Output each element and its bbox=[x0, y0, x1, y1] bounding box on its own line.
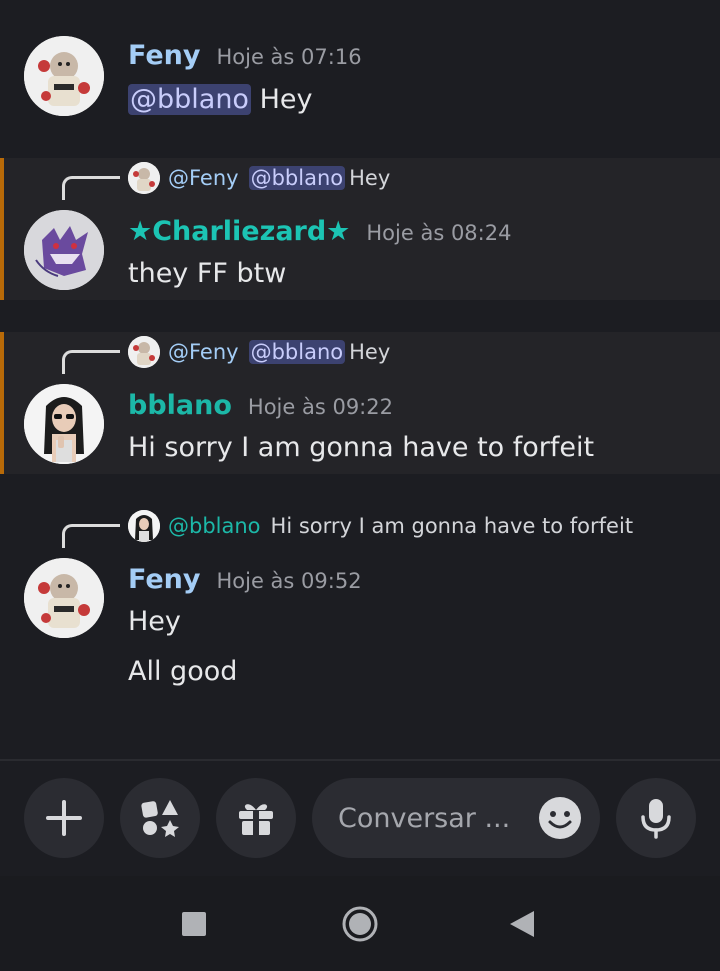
voice-message-button[interactable] bbox=[616, 778, 696, 858]
timestamp: Hoje às 07:16 bbox=[216, 45, 362, 69]
message-line-2: All good bbox=[128, 656, 237, 687]
author-name[interactable]: ★Charliezard★ bbox=[128, 216, 350, 247]
message-line-1: Hey bbox=[128, 606, 181, 637]
attach-button[interactable] bbox=[24, 778, 104, 858]
message-1[interactable]: Feny Hoje às 07:16 @bblano Hey bbox=[0, 30, 720, 130]
back-button[interactable] bbox=[502, 904, 542, 944]
reply-connector bbox=[62, 350, 120, 374]
bblano-reply-avatar bbox=[128, 510, 160, 542]
feny-avatar[interactable] bbox=[24, 558, 104, 638]
message-text: Hey bbox=[259, 84, 313, 115]
bblano-avatar[interactable] bbox=[24, 384, 104, 464]
plus-icon bbox=[46, 800, 82, 836]
message-text: All good bbox=[128, 656, 238, 687]
charliezard-avatar[interactable] bbox=[24, 210, 104, 290]
user-mention[interactable]: @bblano bbox=[248, 166, 346, 190]
author-name[interactable]: Feny bbox=[128, 564, 200, 595]
reply-preview[interactable]: @bblano Hi sorry I am gonna have to forf… bbox=[128, 510, 633, 542]
apps-icon bbox=[141, 800, 179, 837]
message-4[interactable]: @bblano Hi sorry I am gonna have to forf… bbox=[0, 506, 720, 696]
message-content: Hi sorry I am gonna have to forfeit bbox=[128, 432, 594, 463]
home-button[interactable] bbox=[340, 904, 380, 944]
message-input[interactable]: Conversar ... bbox=[312, 778, 600, 858]
message-content: they FF btw bbox=[128, 258, 286, 289]
recent-apps-icon bbox=[182, 912, 206, 936]
timestamp: Hoje às 09:52 bbox=[216, 569, 362, 593]
message-text: they FF btw bbox=[128, 258, 287, 289]
reply-connector bbox=[62, 524, 120, 548]
gift-icon bbox=[239, 804, 273, 835]
author-name[interactable]: Feny bbox=[128, 40, 200, 71]
reply-text: Hey bbox=[349, 340, 391, 364]
message-3[interactable]: @Feny @bblano Hey bblano Hoje às 09:22 H… bbox=[0, 332, 720, 474]
feny-reply-avatar bbox=[128, 162, 160, 194]
reply-author[interactable]: @Feny bbox=[168, 340, 239, 364]
message-2[interactable]: @Feny @bblano Hey ★Charliezard★ Hoje às … bbox=[0, 158, 720, 300]
timestamp: Hoje às 09:22 bbox=[247, 395, 393, 419]
gift-button[interactable] bbox=[216, 778, 296, 858]
reply-author[interactable]: @Feny bbox=[168, 166, 239, 190]
feny-avatar[interactable] bbox=[24, 36, 104, 116]
feny-reply-avatar bbox=[128, 336, 160, 368]
apps-button[interactable] bbox=[120, 778, 200, 858]
microphone-icon bbox=[641, 799, 671, 839]
user-mention[interactable]: @bblano bbox=[128, 84, 251, 115]
reply-preview[interactable]: @Feny @bblano Hey bbox=[128, 162, 390, 194]
system-nav-bar bbox=[0, 876, 720, 971]
reply-preview[interactable]: @Feny @bblano Hey bbox=[128, 336, 390, 368]
recent-apps-button[interactable] bbox=[174, 904, 214, 944]
user-mention[interactable]: @bblano bbox=[248, 340, 346, 364]
composer-divider bbox=[0, 759, 720, 761]
reply-connector bbox=[62, 176, 120, 200]
home-icon bbox=[342, 906, 378, 942]
message-content: @bblano Hey bbox=[128, 84, 312, 115]
reply-text: Hey bbox=[349, 166, 391, 190]
message-text: Hey bbox=[128, 606, 181, 637]
reply-text: Hi sorry I am gonna have to forfeit bbox=[270, 514, 634, 538]
message-input-placeholder: Conversar ... bbox=[338, 802, 511, 834]
timestamp: Hoje às 08:24 bbox=[366, 221, 512, 245]
back-icon bbox=[510, 911, 534, 937]
author-name[interactable]: bblano bbox=[128, 390, 232, 421]
composer-bar: Conversar ... bbox=[0, 778, 720, 858]
emoji-icon[interactable] bbox=[538, 796, 582, 840]
reply-author[interactable]: @bblano bbox=[168, 514, 261, 538]
message-text: Hi sorry I am gonna have to forfeit bbox=[128, 432, 595, 463]
